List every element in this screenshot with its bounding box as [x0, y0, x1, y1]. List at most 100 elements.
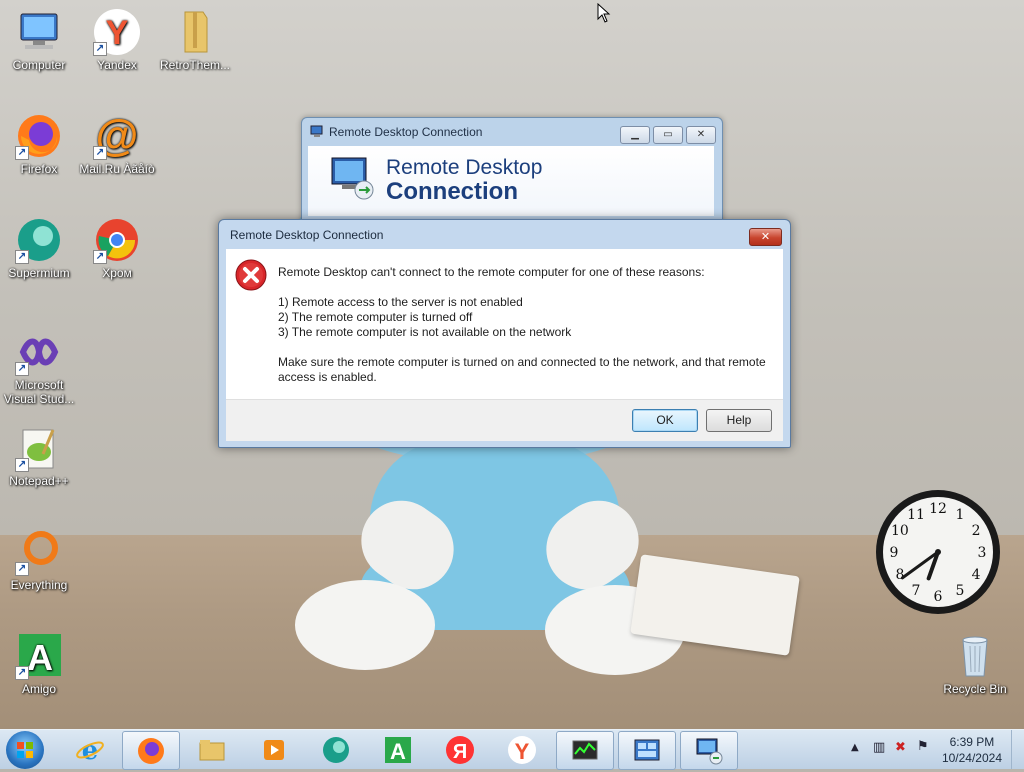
shortcut-arrow-icon: ↗ — [15, 146, 29, 160]
shortcut-arrow-icon: ↗ — [93, 250, 107, 264]
taskbar-button-remote-desktop[interactable] — [680, 731, 738, 770]
clock-number: 3 — [978, 545, 987, 561]
error-reason-2: 2) The remote computer is turned off — [278, 310, 473, 324]
clock-gadget[interactable]: 12 12 3 45678 9 1011 — [874, 488, 1002, 616]
clock-number: 9 — [890, 545, 899, 561]
taskbar-date: 10/24/2024 — [941, 751, 1002, 765]
error-advice-text: Make sure the remote computer is turned … — [278, 355, 766, 384]
rdc-main-window[interactable]: Remote Desktop Connection ▁ ▭ ✕ Remote D… — [301, 117, 723, 224]
remote-desktop-icon — [310, 125, 323, 137]
amigo-icon: A ↗ — [15, 632, 63, 680]
yandex-ya-icon: Я — [445, 735, 475, 765]
task-manager-icon — [570, 736, 600, 766]
rdc-main-title: Remote Desktop Connection — [329, 125, 483, 139]
rdc-banner: Remote Desktop Connection — [308, 146, 714, 216]
yandex-browser-icon: Y ↗ — [93, 8, 141, 56]
error-reason-1: 1) Remote access to the server is not en… — [278, 295, 523, 309]
action-center-flag-icon[interactable]: ⚑ — [917, 739, 929, 754]
desktop-icon-recycle-bin[interactable]: Recycle Bin — [936, 632, 1014, 696]
svg-text:A: A — [390, 739, 406, 764]
error-dialog-titlebar[interactable]: Remote Desktop Connection — [219, 220, 790, 249]
desktop-icon-label: Yandex — [97, 58, 137, 72]
desktop-icon-yandex[interactable]: Y ↗ Yandex — [78, 8, 156, 72]
windows-logo-icon — [17, 742, 33, 758]
yandex-browser-icon: Y — [507, 735, 537, 765]
shortcut-arrow-icon: ↗ — [15, 562, 29, 576]
desktop-icon-computer[interactable]: Computer — [0, 8, 78, 72]
everything-icon: ↗ — [15, 528, 63, 576]
desktop-icon-label: Mail.Ru Àãåíò — [79, 162, 155, 176]
svg-text:Y: Y — [515, 739, 530, 764]
taskbar-button-file-explorer[interactable] — [184, 731, 240, 768]
help-button[interactable]: Help — [706, 409, 772, 432]
firefox-icon — [136, 736, 166, 766]
clock-number: 11 — [907, 507, 925, 523]
volume-muted-icon[interactable]: ✖ — [895, 740, 906, 755]
taskbar-button-internet-explorer[interactable]: e — [62, 731, 118, 768]
computer-icon — [15, 8, 63, 56]
desktop-icon-label: Everything — [10, 578, 68, 592]
internet-explorer-icon: e — [75, 735, 105, 765]
desktop-icon-notepadpp[interactable]: ↗ Notepad++ — [0, 424, 78, 488]
taskbar-button-control-panel[interactable] — [618, 731, 676, 770]
taskbar-button-media-player[interactable] — [246, 731, 302, 768]
clock-number: 6 — [934, 589, 943, 605]
taskbar: e A Я Y ▲ ▥ ✖ ⚑ 6:39 PM 10/24/2024 — [0, 729, 1024, 770]
mouse-cursor-icon — [597, 3, 611, 23]
desktop-icon-mailru[interactable]: @ ↗ Mail.Ru Àãåíò — [78, 111, 156, 176]
taskbar-button-firefox[interactable] — [122, 731, 180, 770]
error-dialog-footer: OK Help — [226, 399, 783, 441]
mailru-agent-icon: @ ↗ — [93, 111, 141, 160]
clock-number: 2 — [972, 523, 981, 539]
media-player-icon — [259, 735, 289, 765]
desktop-icon-supermium[interactable]: ↗ Supermium — [0, 216, 78, 280]
taskbar-button-yandex-browser[interactable]: Y — [494, 731, 550, 768]
desktop-icon-label: Notepad++ — [9, 474, 69, 488]
taskbar-button-amigo[interactable]: A — [370, 731, 426, 768]
desktop-icon-visual-studio[interactable]: ↗ Microsoft Visual Stud... — [0, 328, 78, 406]
clock-number: 7 — [912, 583, 921, 599]
desktop-icon-everything[interactable]: ↗ Everything — [0, 528, 78, 592]
control-panel-icon — [632, 736, 662, 766]
recycle-bin-icon — [951, 632, 999, 680]
taskbar-button-yandex-ya[interactable]: Я — [432, 731, 488, 768]
shortcut-arrow-icon: ↗ — [15, 666, 29, 680]
visual-studio-icon: ↗ — [15, 328, 63, 376]
desktop-icon-retrothemes[interactable]: RetroThem... — [156, 8, 234, 72]
taskbar-clock[interactable]: 6:39 PM 10/24/2024 — [942, 734, 1002, 766]
close-icon: ✕ — [696, 129, 706, 140]
show-desktop-button[interactable] — [1011, 730, 1024, 769]
desktop-icon-label: Supermium — [8, 266, 70, 280]
taskbar-button-supermium[interactable] — [308, 731, 364, 768]
remote-desktop-icon — [694, 736, 724, 766]
desktop-icon-firefox[interactable]: ↗ Firefox — [0, 112, 78, 176]
desktop-icon-chrome[interactable]: ↗ Хром — [78, 216, 156, 280]
maximize-button[interactable]: ▭ — [653, 126, 683, 144]
desktop-icon-label: Хром — [102, 266, 132, 280]
svg-text:Y: Y — [106, 14, 129, 52]
error-dialog[interactable]: Remote Desktop Connection ✕ Remote Deskt… — [218, 219, 791, 448]
show-hidden-icons-icon[interactable]: ▲ — [851, 742, 859, 753]
clock-number: 10 — [891, 523, 909, 539]
network-icon[interactable]: ▥ — [873, 740, 885, 755]
firefox-icon: ↗ — [15, 112, 63, 160]
taskbar-button-task-manager[interactable] — [556, 731, 614, 770]
notepadpp-icon: ↗ — [15, 424, 63, 472]
dialog-close-button[interactable]: ✕ — [749, 228, 782, 246]
error-dialog-body: Remote Desktop can't connect to the remo… — [226, 249, 783, 399]
close-button[interactable]: ✕ — [686, 126, 716, 144]
start-button[interactable] — [6, 731, 44, 769]
minimize-button[interactable]: ▁ — [620, 126, 650, 144]
shortcut-arrow-icon: ↗ — [93, 42, 107, 56]
svg-text:Я: Я — [453, 741, 467, 763]
clock-number: 4 — [972, 567, 981, 583]
shortcut-arrow-icon: ↗ — [93, 146, 107, 160]
file-explorer-icon — [197, 735, 227, 765]
clock-number: 5 — [956, 583, 965, 599]
desktop-icon-amigo[interactable]: A ↗ Amigo — [0, 632, 78, 696]
clock-number: 12 — [929, 501, 947, 517]
system-tray: ▲ ▥ ✖ ⚑ 6:39 PM 10/24/2024 — [839, 730, 1024, 769]
remote-desktop-logo-icon — [331, 157, 374, 200]
chrome-icon: ↗ — [93, 216, 141, 264]
ok-button[interactable]: OK — [632, 409, 698, 432]
